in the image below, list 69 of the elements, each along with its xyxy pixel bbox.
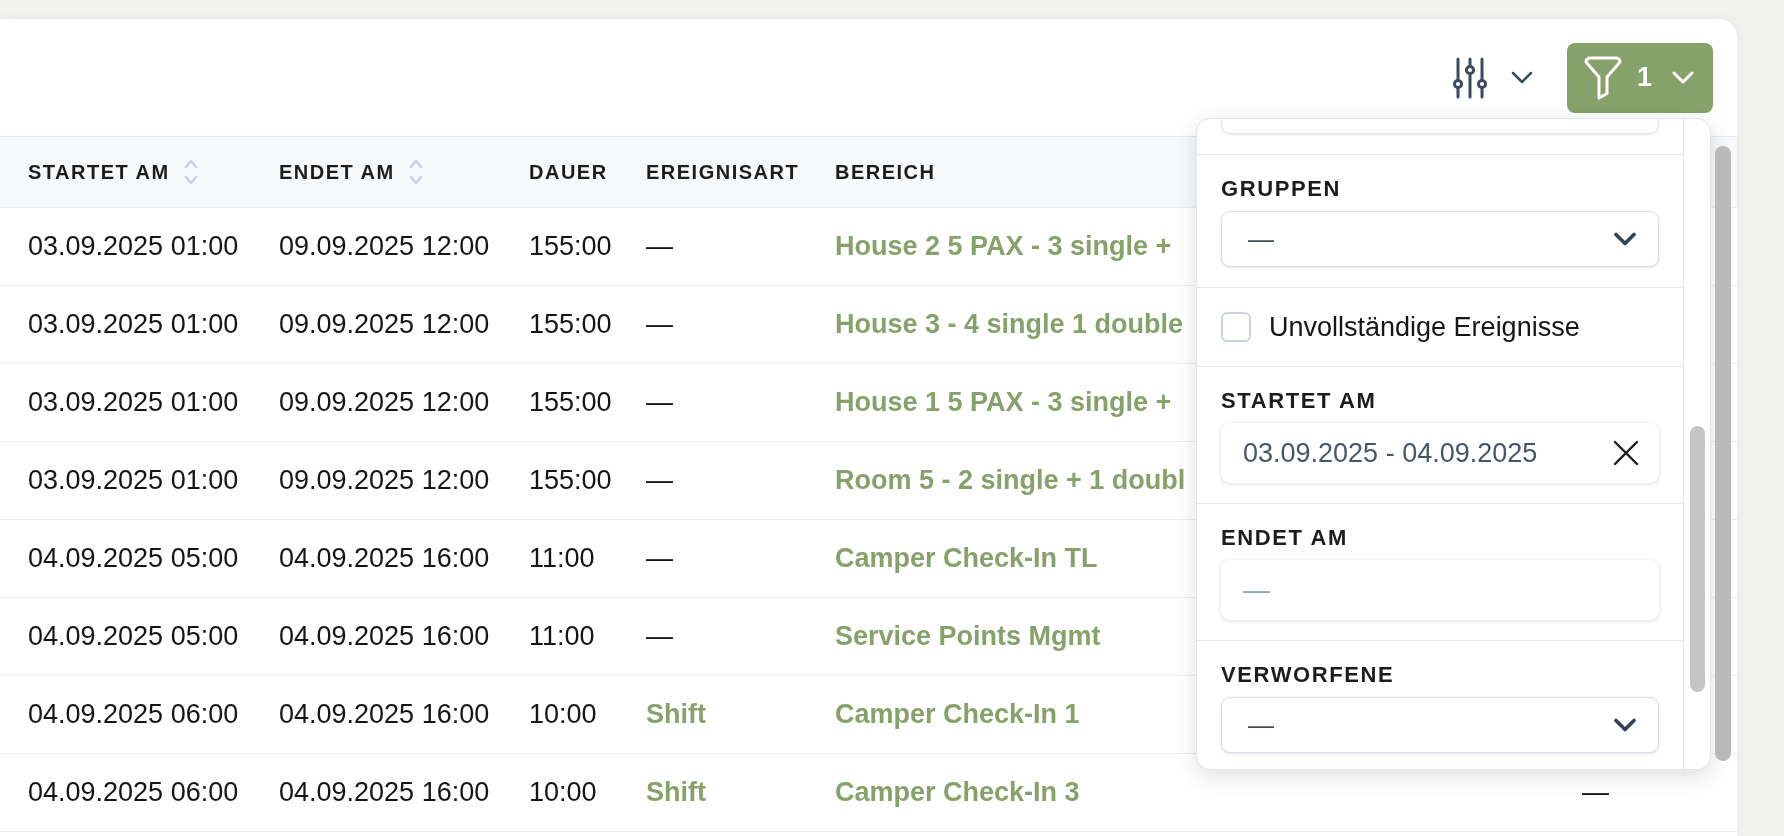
table-cell: 10:00: [529, 777, 597, 808]
table-cell: 155:00: [529, 231, 612, 262]
scrollbar-thumb[interactable]: [1690, 426, 1705, 692]
table-cell: 09.09.2025 12:00: [279, 231, 490, 262]
table-cell: 04.09.2025 05:00: [28, 621, 239, 652]
checkbox-label: Unvollständige Ereignisse: [1269, 312, 1580, 342]
table-cell: —: [646, 621, 673, 652]
chevron-down-icon: [1614, 232, 1636, 246]
column-header[interactable]: ENDET AM: [279, 158, 423, 186]
table-cell: 03.09.2025 01:00: [28, 309, 239, 340]
column-header: EREIGNISART: [646, 160, 800, 184]
scrollbar-thumb[interactable]: [1715, 146, 1731, 761]
input-field[interactable]: [1221, 119, 1659, 134]
field-label: ENDET AM: [1221, 526, 1349, 550]
table-cell: 03.09.2025 01:00: [28, 465, 239, 496]
column-header: BEREICH: [835, 160, 936, 184]
area-link[interactable]: House 2 5 PAX - 3 single +: [835, 231, 1172, 262]
area-link[interactable]: Camper Check-In 3: [835, 777, 1080, 808]
table-cell: 04.09.2025 16:00: [279, 699, 490, 730]
table-cell: 03.09.2025 01:00: [28, 387, 239, 418]
checkbox[interactable]: [1221, 312, 1251, 342]
select-field[interactable]: —: [1221, 211, 1659, 267]
table-cell: 04.09.2025 06:00: [28, 699, 239, 730]
sort-icon[interactable]: [408, 158, 423, 186]
sort-icon[interactable]: [183, 158, 198, 186]
table-cell: —: [646, 387, 673, 418]
table-cell: 04.09.2025 16:00: [279, 777, 490, 808]
sliders-icon: [1453, 55, 1487, 100]
filter-button[interactable]: 1: [1567, 42, 1713, 113]
table-cell: 04.09.2025 16:00: [279, 543, 490, 574]
table-cell: —: [646, 231, 673, 262]
close-icon[interactable]: [1613, 440, 1639, 466]
table-cell: 03.09.2025 01:00: [28, 231, 239, 262]
area-link[interactable]: Camper Check-In TL: [835, 543, 1098, 574]
area-link[interactable]: Room 5 - 2 single + 1 doubl: [835, 465, 1186, 496]
table-cell: 155:00: [529, 387, 612, 418]
table-cell: 09.09.2025 12:00: [279, 309, 490, 340]
chevron-down-icon: [1614, 718, 1636, 732]
area-link[interactable]: House 3 - 4 single 1 double: [835, 309, 1184, 340]
table-cell: 11:00: [529, 621, 595, 652]
select-field[interactable]: —: [1221, 697, 1659, 753]
table-cell: —: [1582, 777, 1609, 808]
field-label: VERWORFENE: [1221, 663, 1396, 687]
table-cell: 04.09.2025 16:00: [279, 621, 490, 652]
column-header[interactable]: STARTET AM: [28, 158, 198, 186]
table-cell: —: [646, 465, 673, 496]
table-cell: 155:00: [529, 465, 612, 496]
chevron-down-icon: [1672, 71, 1695, 84]
event-type-link[interactable]: Shift: [646, 699, 706, 730]
column-header: DAUER: [529, 160, 608, 184]
area-link[interactable]: Camper Check-In 1: [835, 699, 1080, 730]
table-cell: 10:00: [529, 699, 597, 730]
table-cell: —: [646, 309, 673, 340]
filter-icon: [1583, 55, 1623, 100]
table-cell: 04.09.2025 06:00: [28, 777, 239, 808]
date-field[interactable]: —: [1221, 560, 1659, 620]
chevron-down-icon: [1511, 71, 1533, 84]
table-cell: 155:00: [529, 309, 612, 340]
event-type-link[interactable]: Shift: [646, 777, 706, 808]
table-cell: 09.09.2025 12:00: [279, 465, 490, 496]
area-link[interactable]: Service Points Mgmt: [835, 621, 1101, 652]
date-field[interactable]: 03.09.2025 - 04.09.2025: [1221, 423, 1659, 483]
area-link[interactable]: House 1 5 PAX - 3 single +: [835, 387, 1172, 418]
field-label: STARTET AM: [1221, 389, 1378, 413]
table-cell: 04.09.2025 05:00: [28, 543, 239, 574]
table-cell: 11:00: [529, 543, 595, 574]
field-label: GRUPPEN: [1221, 177, 1342, 201]
table-cell: 09.09.2025 12:00: [279, 387, 490, 418]
table-cell: —: [646, 543, 673, 574]
